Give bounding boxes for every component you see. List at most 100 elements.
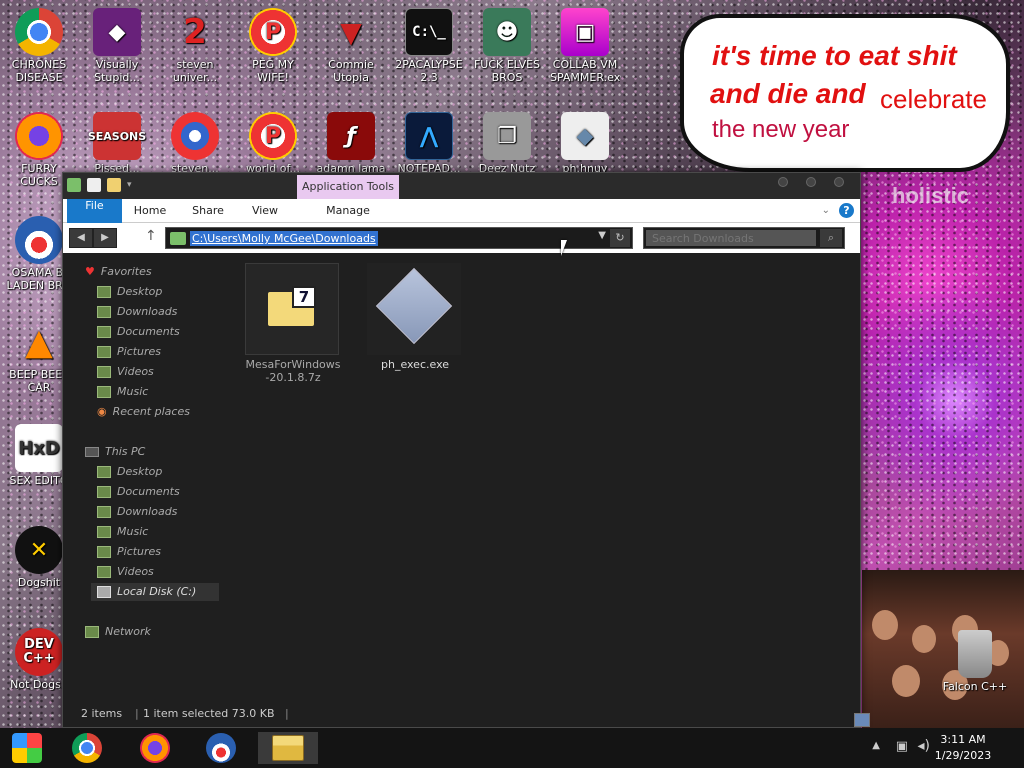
new-folder-icon[interactable] xyxy=(107,178,121,192)
taskbar-start[interactable] xyxy=(10,732,44,764)
search-input[interactable] xyxy=(646,230,816,246)
peggle-icon: P xyxy=(249,112,297,160)
search-box[interactable]: ⌕ xyxy=(643,227,845,249)
nav-item-desktop[interactable]: Desktop xyxy=(97,283,162,301)
nav-label: Desktop xyxy=(117,285,163,298)
tab-share[interactable]: Share xyxy=(183,199,233,223)
desktop-icon-commie[interactable]: ▼ Commie Utopia xyxy=(316,8,386,84)
properties-icon[interactable] xyxy=(87,178,101,192)
nav-favorites[interactable]: ♥ Favorites xyxy=(85,263,152,281)
desktop-icon-world[interactable]: P world of... xyxy=(238,112,308,175)
taskbar-obama[interactable] xyxy=(204,732,238,764)
folder-icon xyxy=(170,232,186,245)
tab-view[interactable]: View xyxy=(241,199,289,223)
search-icon[interactable]: ⌕ xyxy=(820,229,842,247)
nav-pc-downloads[interactable]: Downloads xyxy=(97,503,177,521)
nav-item-documents[interactable]: Documents xyxy=(97,323,180,341)
nav-label: Documents xyxy=(117,325,180,338)
notepad-icon: ⋀ xyxy=(405,112,453,160)
file-name: ph_exec.exe xyxy=(380,358,450,371)
windows-logo-icon xyxy=(12,733,42,763)
desktop-icon-steven-2[interactable]: steven... xyxy=(160,112,230,175)
recycle-bin-icon xyxy=(958,630,992,678)
7zip-folder-icon: 7 xyxy=(245,263,339,355)
nav-item-music[interactable]: Music xyxy=(97,383,148,401)
nav-pc-pictures[interactable]: Pictures xyxy=(97,543,161,561)
pictures-folder-icon xyxy=(97,346,111,358)
status-item-count: 2 items xyxy=(81,707,123,720)
nav-label: Downloads xyxy=(117,505,178,518)
gem-app-icon: ▣ xyxy=(561,8,609,56)
nav-item-videos[interactable]: Videos xyxy=(97,363,154,381)
desktop-icon-elves[interactable]: ☻ FUCK ELVES BROS xyxy=(472,8,542,84)
explorer-window[interactable]: ▾ Application Tools File Home Share View… xyxy=(62,172,870,728)
minimize-button[interactable] xyxy=(778,177,788,187)
nav-item-downloads[interactable]: Downloads xyxy=(97,303,177,321)
nav-item-pictures[interactable]: Pictures xyxy=(97,343,161,361)
desktop-icon-flash[interactable]: ƒ adamn lama xyxy=(316,112,386,175)
visual-studio-icon: ◆ xyxy=(93,8,141,56)
refresh-icon[interactable]: ↻ xyxy=(610,229,630,247)
speech-bubble: it's time to eat shit and die and celebr… xyxy=(680,14,1010,172)
nav-pc-documents[interactable]: Documents xyxy=(97,483,180,501)
nav-label: Videos xyxy=(117,365,154,378)
desktop-icon-pissed[interactable]: SEASONS Pissed... xyxy=(82,112,152,175)
taskbar-chrome[interactable] xyxy=(70,732,104,764)
back-button[interactable]: ◀ xyxy=(69,228,93,248)
desktop-icon-steven-1[interactable]: 2 steven univer... xyxy=(160,8,230,85)
nav-pc-local-disk[interactable]: Local Disk (C:) xyxy=(91,583,219,601)
taskbar-file-explorer[interactable] xyxy=(258,732,318,764)
taskbar-firefox[interactable] xyxy=(138,732,172,764)
forward-button[interactable]: ▶ xyxy=(93,228,117,248)
file-item-mesa[interactable]: 7 MesaForWindows-20.1.8.7z xyxy=(245,263,341,384)
help-icon[interactable]: ? xyxy=(839,203,854,218)
desktop-icon-notepad[interactable]: ⋀ NOTEPAD... xyxy=(394,112,464,175)
large-icons-view-icon[interactable] xyxy=(854,713,870,727)
wallpaper-holistic-text: holistic xyxy=(892,183,970,208)
chevron-down-icon[interactable]: ▾ xyxy=(127,180,132,190)
nav-label: Pictures xyxy=(117,345,162,358)
nav-network[interactable]: Network xyxy=(85,623,151,641)
tab-file[interactable]: File xyxy=(67,199,122,223)
desktop-icon-label: CHRONES DISEASE xyxy=(11,58,67,84)
desktop-icon-2pacalypse[interactable]: C:\_ 2PACALYPSE 2.3 xyxy=(394,8,464,84)
desktop-icon-peg[interactable]: P PEG MY WIFE! xyxy=(238,8,308,84)
up-arrow-icon[interactable]: ↑ xyxy=(145,228,157,244)
nav-label: This PC xyxy=(105,445,146,458)
desktop-icon-ph[interactable]: ◆ ph.hnuy xyxy=(550,112,620,175)
desktop-icon-label: Visually Stupid... xyxy=(94,58,140,84)
nav-pc-desktop[interactable]: Desktop xyxy=(97,463,162,481)
close-button[interactable] xyxy=(834,177,844,187)
network-tray-icon[interactable]: ▣ xyxy=(896,739,908,754)
desktop-icon-visual-studio[interactable]: ◆ Visually Stupid... xyxy=(82,8,152,84)
clock-time: 3:11 AM xyxy=(940,733,986,746)
desktop-icon-collab[interactable]: ▣ COLLAB VM SPAMMER.exe xyxy=(550,8,620,84)
application-tools-label: Application Tools xyxy=(297,175,399,199)
vlc-icon: ▲ xyxy=(25,321,53,363)
nav-item-recent[interactable]: ◉ Recent places xyxy=(97,403,190,421)
title-bar[interactable]: ▾ Application Tools xyxy=(63,173,860,199)
desktop-icon-deez[interactable]: ❐ Deez Nutz xyxy=(472,112,542,175)
number-2-icon: 2 xyxy=(183,11,207,52)
folder-icon[interactable] xyxy=(67,178,81,192)
maximize-button[interactable] xyxy=(806,177,816,187)
chevron-up-icon[interactable]: ▲ xyxy=(872,740,880,751)
address-path[interactable]: C:\Users\Molly McGee\Downloads xyxy=(190,231,378,246)
clock[interactable]: 3:11 AM 1/29/2023 xyxy=(918,732,1008,764)
expand-ribbon-icon[interactable]: ⌄ xyxy=(822,205,830,216)
nav-pc-videos[interactable]: Videos xyxy=(97,563,154,581)
file-item-ph-exec[interactable]: ph_exec.exe xyxy=(367,263,463,371)
nav-this-pc[interactable]: This PC xyxy=(85,443,145,461)
tab-home[interactable]: Home xyxy=(125,199,175,223)
dogshit-icon: ✕ xyxy=(15,526,63,574)
tab-manage[interactable]: Manage xyxy=(297,199,399,223)
desktop-icon-label: PEG MY WIFE! xyxy=(252,58,294,84)
desktop-icon-recycle-bin[interactable]: Falcon C++ xyxy=(940,630,1010,693)
nav-pc-music[interactable]: Music xyxy=(97,523,148,541)
chevron-down-icon[interactable]: ▼ xyxy=(598,230,606,241)
desktop-icon-chrome[interactable]: CHRONES DISEASE xyxy=(4,8,74,84)
bubble-line-3: the new year xyxy=(712,116,850,143)
diamond-icon xyxy=(171,112,219,160)
nav-label: Desktop xyxy=(117,465,163,478)
downloads-folder-icon xyxy=(97,506,111,518)
